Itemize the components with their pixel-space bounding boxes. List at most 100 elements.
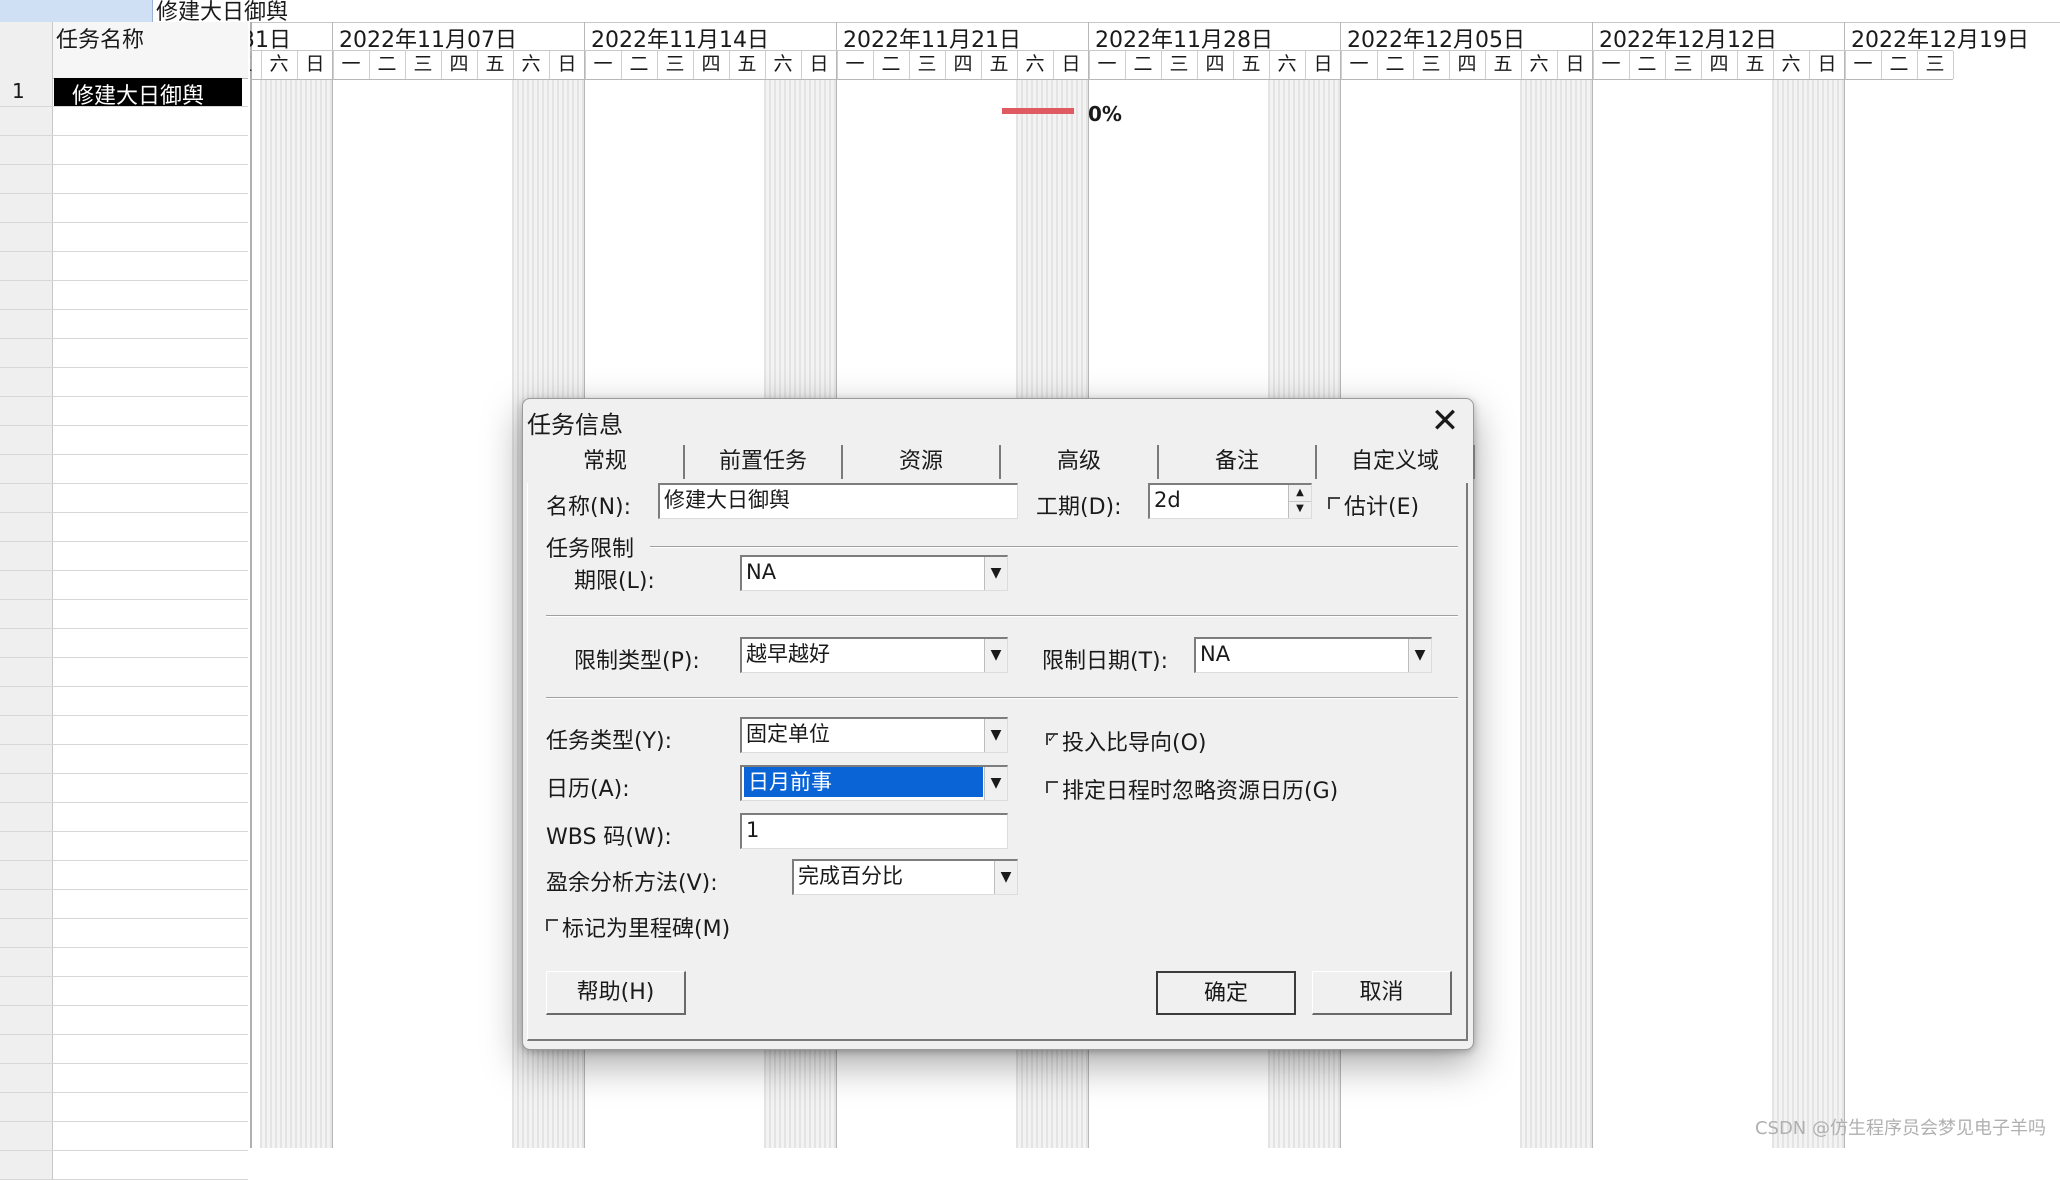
task-name-cell[interactable] xyxy=(54,339,242,367)
task-name-cell[interactable] xyxy=(54,194,242,222)
row-number[interactable] xyxy=(0,803,53,831)
task-name-cell[interactable] xyxy=(54,310,242,338)
row-number[interactable] xyxy=(0,716,53,744)
ignore-resource-calendar-checkbox[interactable] xyxy=(1046,781,1058,793)
chevron-down-icon[interactable]: ▼ xyxy=(1408,639,1431,672)
table-row[interactable] xyxy=(0,571,248,600)
table-row[interactable] xyxy=(0,948,248,977)
task-name-cell[interactable] xyxy=(54,832,242,860)
constraint-type-dropdown[interactable]: 越早越好 ▼ xyxy=(740,637,1008,673)
ok-button[interactable]: 确定 xyxy=(1156,971,1296,1015)
row-number[interactable] xyxy=(0,1093,53,1121)
spin-down-icon[interactable]: ▼ xyxy=(1289,501,1311,517)
table-row[interactable] xyxy=(0,107,248,136)
table-row[interactable] xyxy=(0,1035,248,1064)
task-name-cell[interactable] xyxy=(54,803,242,831)
table-row[interactable] xyxy=(0,1006,248,1035)
table-row[interactable] xyxy=(0,919,248,948)
table-row[interactable] xyxy=(0,281,248,310)
estimated-checkbox[interactable] xyxy=(1328,497,1340,509)
table-row[interactable] xyxy=(0,687,248,716)
task-name-cell[interactable] xyxy=(54,223,242,251)
chevron-down-icon[interactable]: ▼ xyxy=(984,557,1007,590)
row-number[interactable] xyxy=(0,1006,53,1034)
row-number[interactable] xyxy=(0,252,53,280)
task-name-cell[interactable] xyxy=(54,455,242,483)
row-number[interactable] xyxy=(0,977,53,1005)
task-name-cell[interactable] xyxy=(54,977,242,1005)
row-number[interactable] xyxy=(0,397,53,425)
row-number[interactable] xyxy=(0,832,53,860)
table-row[interactable] xyxy=(0,832,248,861)
table-row[interactable] xyxy=(0,1122,248,1151)
row-number[interactable] xyxy=(0,919,53,947)
chevron-down-icon[interactable]: ▼ xyxy=(994,861,1017,894)
row-number[interactable] xyxy=(0,542,53,570)
task-name-cell[interactable] xyxy=(54,629,242,657)
tab-advanced[interactable]: 高级 xyxy=(1001,445,1159,479)
ignore-resource-calendar-label[interactable]: 排定日程时忽略资源日历(G) xyxy=(1062,773,1338,805)
row-number[interactable] xyxy=(0,339,53,367)
table-row[interactable] xyxy=(0,1064,248,1093)
table-row[interactable] xyxy=(0,1093,248,1122)
row-number[interactable] xyxy=(0,658,53,686)
task-name-cell[interactable] xyxy=(54,919,242,947)
name-field[interactable]: 修建大日御舆 xyxy=(658,483,1018,519)
task-name-cell[interactable] xyxy=(54,716,242,744)
entry-bar[interactable]: 修建大日御舆 xyxy=(0,0,2060,25)
row-number[interactable] xyxy=(0,687,53,715)
row-number[interactable] xyxy=(0,1151,53,1179)
task-name-cell[interactable] xyxy=(54,107,242,135)
task-name-cell[interactable] xyxy=(54,890,242,918)
row-number[interactable] xyxy=(0,1064,53,1092)
chevron-down-icon[interactable]: ▼ xyxy=(984,767,1007,800)
task-name-cell[interactable] xyxy=(54,658,242,686)
task-type-dropdown[interactable]: 固定单位 ▼ xyxy=(740,717,1008,753)
task-name-cell[interactable] xyxy=(54,1151,242,1179)
tab-notes[interactable]: 备注 xyxy=(1159,445,1317,479)
table-row[interactable] xyxy=(0,600,248,629)
earned-value-dropdown[interactable]: 完成百分比 ▼ xyxy=(792,859,1018,895)
table-row[interactable] xyxy=(0,890,248,919)
table-row[interactable] xyxy=(0,484,248,513)
chevron-down-icon[interactable]: ▼ xyxy=(984,719,1007,752)
calendar-dropdown[interactable]: 日月前事 ▼ xyxy=(740,765,1008,801)
table-row[interactable] xyxy=(0,658,248,687)
milestone-label[interactable]: 标记为里程碑(M) xyxy=(562,911,730,943)
table-row[interactable] xyxy=(0,339,248,368)
table-row[interactable] xyxy=(0,426,248,455)
effort-driven-label[interactable]: 投入比导向(O) xyxy=(1062,725,1206,757)
close-icon[interactable]: ✕ xyxy=(1429,404,1461,438)
row-number[interactable] xyxy=(0,310,53,338)
row-number[interactable] xyxy=(0,281,53,309)
spin-up-icon[interactable]: ▲ xyxy=(1289,485,1311,502)
table-row[interactable] xyxy=(0,629,248,658)
task-name-cell[interactable] xyxy=(54,252,242,280)
task-name-cell[interactable] xyxy=(54,948,242,976)
table-row[interactable] xyxy=(0,223,248,252)
task-name-cell[interactable] xyxy=(54,281,242,309)
table-row[interactable] xyxy=(0,542,248,571)
effort-driven-checkbox[interactable] xyxy=(1046,733,1058,745)
table-row[interactable] xyxy=(0,368,248,397)
constraint-date-dropdown[interactable]: NA ▼ xyxy=(1194,637,1432,673)
cancel-button[interactable]: 取消 xyxy=(1312,971,1452,1015)
tab-resources[interactable]: 资源 xyxy=(843,445,1001,479)
table-row[interactable] xyxy=(0,455,248,484)
task-name-cell[interactable] xyxy=(54,368,242,396)
row-number[interactable] xyxy=(0,600,53,628)
task-name-cell[interactable] xyxy=(54,600,242,628)
task-name-cell[interactable] xyxy=(54,136,242,164)
table-row[interactable] xyxy=(0,977,248,1006)
row-number[interactable] xyxy=(0,484,53,512)
row-number[interactable] xyxy=(0,1122,53,1150)
row-number[interactable] xyxy=(0,165,53,193)
row-number[interactable] xyxy=(0,194,53,222)
tab-custom-fields[interactable]: 自定义域 xyxy=(1317,445,1475,479)
wbs-field[interactable]: 1 xyxy=(740,813,1008,849)
table-row[interactable]: 1 修建大日御舆 xyxy=(0,78,248,109)
row-number[interactable] xyxy=(0,136,53,164)
row-number[interactable] xyxy=(0,107,53,135)
tab-general[interactable]: 常规 xyxy=(527,445,685,479)
chevron-down-icon[interactable]: ▼ xyxy=(984,639,1007,672)
